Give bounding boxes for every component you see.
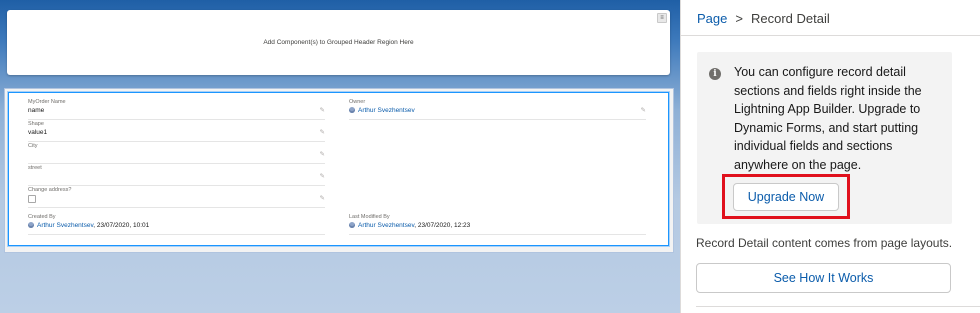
edit-pencil-icon[interactable]: ✎ (320, 151, 325, 159)
info-icon: i (709, 68, 721, 80)
field-shape: Shape value1 ✎ (28, 121, 325, 142)
divider (681, 35, 980, 36)
edit-pencil-icon[interactable]: ✎ (320, 173, 325, 181)
field-label: street (28, 165, 42, 171)
field-label: Created By (28, 214, 56, 220)
breadcrumb-separator: > (735, 11, 743, 26)
field-label: Last Modified By (349, 214, 390, 220)
user-link[interactable]: Arthur Svezhentsev (358, 222, 414, 229)
edit-pencil-icon[interactable]: ✎ (320, 129, 325, 137)
field-label: Owner (349, 99, 366, 105)
record-detail-card[interactable]: MyOrder Name name ✎ Shape value1 ✎ City … (8, 92, 669, 246)
region-menu-icon[interactable]: ≡ (657, 13, 667, 23)
user-icon (28, 222, 34, 228)
field-label: Shape (28, 121, 44, 127)
header-region-placeholder: Add Component(s) to Grouped Header Regio… (263, 39, 414, 46)
field-created-by: Created By Arthur Svezhentsev, 23/07/202… (28, 214, 325, 235)
created-date: , 23/07/2020, 10:01 (93, 222, 150, 229)
record-detail-component[interactable]: MyOrder Name name ✎ Shape value1 ✎ City … (4, 88, 674, 253)
modified-date: , 23/07/2020, 12:23 (414, 222, 471, 229)
see-how-it-works-button[interactable]: See How It Works (696, 263, 951, 293)
field-label: Change address? (28, 187, 72, 193)
breadcrumb-page-link[interactable]: Page (697, 11, 727, 26)
breadcrumb-current: Record Detail (750, 11, 830, 26)
edit-pencil-icon[interactable]: ✎ (320, 195, 325, 203)
field-city: City ✎ (28, 143, 325, 164)
field-value: value1 (28, 129, 48, 136)
grouped-header-region[interactable]: Add Component(s) to Grouped Header Regio… (7, 10, 670, 75)
breadcrumb: Page > Record Detail (697, 11, 830, 26)
field-street: street ✎ (28, 165, 325, 186)
field-owner: Owner Arthur Svezhentsev ✎ (349, 99, 646, 120)
upgrade-now-button[interactable]: Upgrade Now (733, 183, 839, 211)
field-last-modified-by: Last Modified By Arthur Svezhentsev, 23/… (349, 214, 646, 235)
user-icon (349, 222, 355, 228)
created-by-value: Arthur Svezhentsev, 23/07/2020, 10:01 (28, 222, 149, 229)
field-myorder-name: MyOrder Name name ✎ (28, 99, 325, 120)
builder-canvas: Add Component(s) to Grouped Header Regio… (0, 0, 680, 313)
field-change-address: Change address? ✎ (28, 187, 325, 208)
change-address-checkbox[interactable] (28, 195, 36, 203)
owner-value: Arthur Svezhentsev (349, 107, 415, 114)
edit-pencil-icon[interactable]: ✎ (320, 107, 325, 115)
field-value: name (28, 107, 45, 114)
field-label: City (28, 143, 38, 149)
field-label: MyOrder Name (28, 99, 66, 105)
user-icon (349, 107, 355, 113)
last-modified-value: Arthur Svezhentsev, 23/07/2020, 12:23 (349, 222, 470, 229)
user-link[interactable]: Arthur Svezhentsev (358, 107, 415, 114)
layout-note: Record Detail content comes from page la… (696, 236, 953, 250)
info-text: You can configure record detail sections… (734, 65, 922, 172)
edit-pencil-icon[interactable]: ✎ (641, 107, 646, 115)
divider (696, 306, 980, 307)
user-link[interactable]: Arthur Svezhentsev (37, 222, 93, 229)
